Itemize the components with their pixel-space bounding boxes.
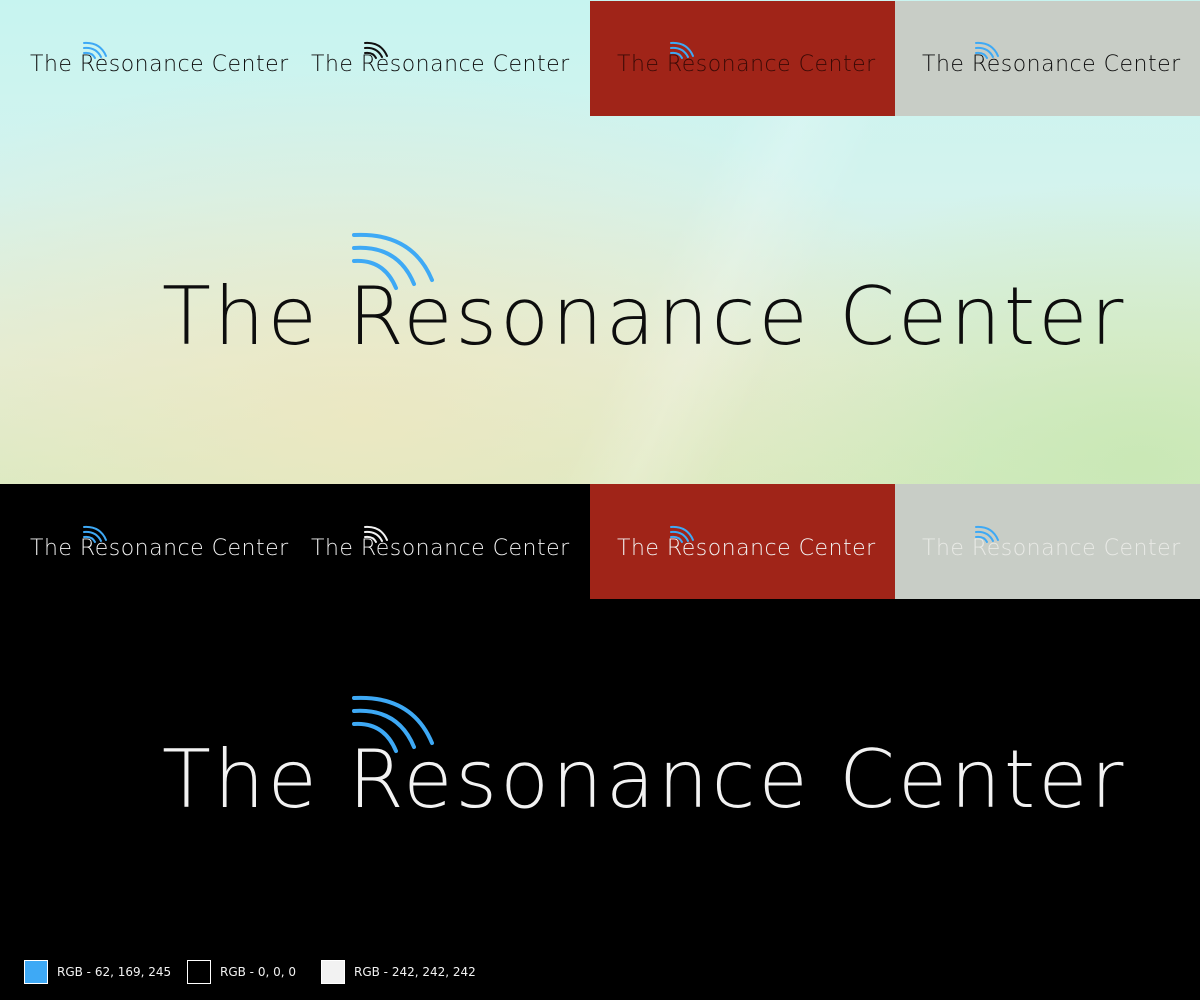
swatch-label: RGB - 242, 242, 242 bbox=[354, 965, 476, 979]
logo-wordmark: The Resonance Center bbox=[617, 536, 876, 561]
swatch-label: RGB - 0, 0, 0 bbox=[220, 965, 296, 979]
main-logo-light: The Resonance Center bbox=[162, 232, 1123, 372]
logo-light-variant-3: The Resonance Center bbox=[617, 40, 877, 90]
swatch-label: RGB - 62, 169, 245 bbox=[57, 965, 172, 979]
logo-dark-variant-1: The Resonance Center bbox=[30, 524, 290, 574]
logo-wordmark: The Resonance Center bbox=[311, 536, 570, 561]
logo-wordmark: The Resonance Center bbox=[922, 52, 1181, 77]
logo-light-variant-4: The Resonance Center bbox=[922, 40, 1182, 90]
logo-wordmark: The Resonance Center bbox=[162, 270, 1127, 363]
logo-light-variant-2: The Resonance Center bbox=[311, 40, 571, 90]
color-swatch bbox=[321, 960, 345, 984]
logo-light-variant-1: The Resonance Center bbox=[30, 40, 290, 90]
logo-wordmark: The Resonance Center bbox=[922, 536, 1181, 561]
logo-wordmark: The Resonance Center bbox=[311, 52, 570, 77]
logo-dark-variant-3: The Resonance Center bbox=[617, 524, 877, 574]
logo-wordmark: The Resonance Center bbox=[30, 52, 289, 77]
logo-dark-variant-2: The Resonance Center bbox=[311, 524, 571, 574]
logo-wordmark: The Resonance Center bbox=[162, 733, 1127, 826]
color-swatch bbox=[24, 960, 48, 984]
logo-wordmark: The Resonance Center bbox=[617, 52, 876, 77]
dark-background-section: The Resonance Center The Resonance Cente… bbox=[0, 484, 1200, 1000]
main-logo-dark: The Resonance Center bbox=[162, 695, 1123, 835]
logo-dark-variant-4: The Resonance Center bbox=[922, 524, 1182, 574]
color-swatch bbox=[187, 960, 211, 984]
light-background-section: The Resonance Center The Resonance Cente… bbox=[0, 0, 1200, 484]
logo-wordmark: The Resonance Center bbox=[30, 536, 289, 561]
